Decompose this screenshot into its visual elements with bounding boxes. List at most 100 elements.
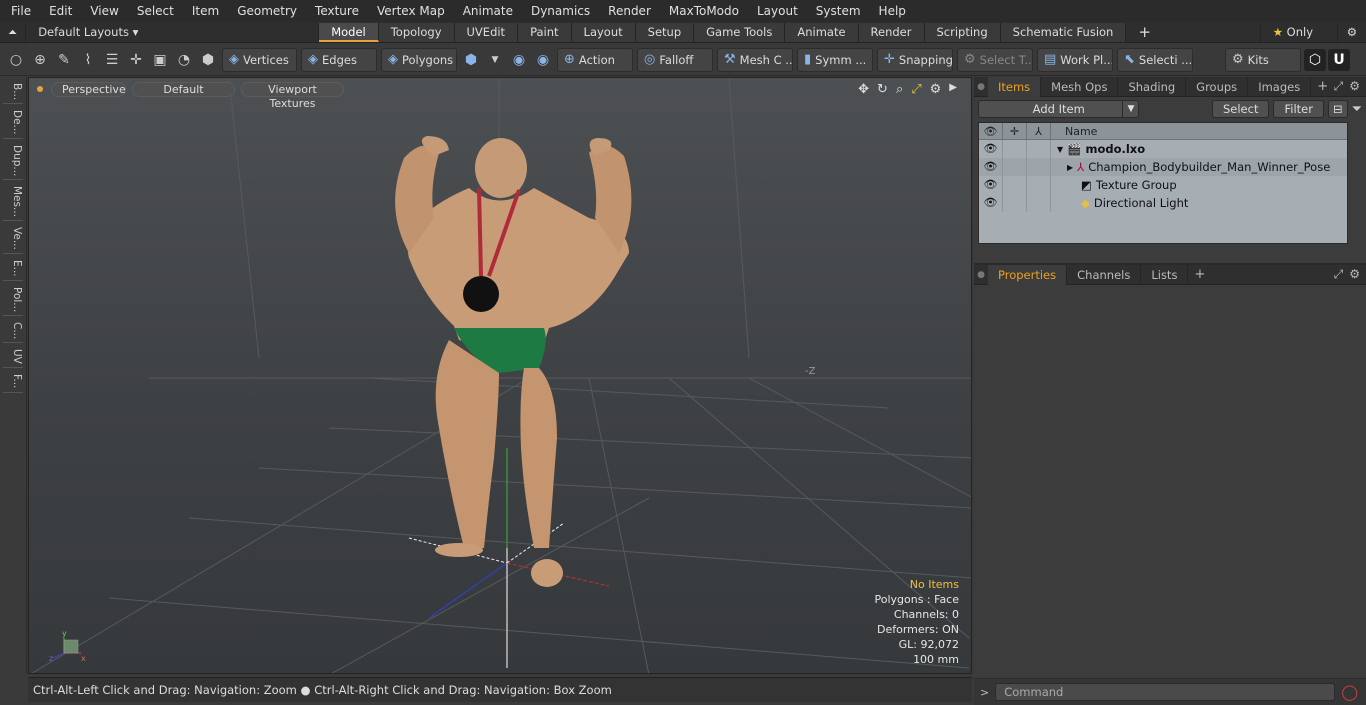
tab-paint[interactable]: Paint bbox=[518, 22, 572, 42]
circle-select-icon[interactable]: ○ bbox=[5, 49, 27, 71]
palette-tab-fusion[interactable]: F... bbox=[3, 371, 23, 393]
tab-render[interactable]: Render bbox=[858, 22, 925, 42]
menu-item[interactable]: Item bbox=[181, 0, 226, 22]
panel-gear-icon[interactable]: ⚙ bbox=[1349, 267, 1360, 282]
tab-images[interactable]: Images bbox=[1248, 76, 1312, 97]
menu-render[interactable]: Render bbox=[597, 0, 658, 22]
expand-triangle-icon[interactable]: ▶ bbox=[1067, 163, 1073, 172]
selection-sets-button[interactable]: ⬉ Selecti ... bbox=[1117, 47, 1193, 72]
globe-icon[interactable]: ⊕ bbox=[29, 49, 51, 71]
tab-items[interactable]: Items bbox=[988, 76, 1042, 97]
menu-geometry[interactable]: Geometry bbox=[226, 0, 304, 22]
funnel-icon[interactable]: ⏷ bbox=[1352, 102, 1362, 117]
tab-topology[interactable]: Topology bbox=[378, 22, 455, 42]
menu-animate[interactable]: Animate bbox=[452, 0, 520, 22]
play-arrow-icon[interactable]: ▶ bbox=[949, 82, 957, 97]
select-through-button[interactable]: ⚙ Select T... bbox=[957, 47, 1033, 72]
menu-help[interactable]: Help bbox=[868, 0, 913, 22]
polygons-button[interactable]: ◈ Polygons bbox=[381, 47, 457, 72]
palette-tab-basic[interactable]: B... bbox=[3, 80, 23, 105]
viewport-textures-dropdown[interactable]: Viewport Textures bbox=[241, 81, 344, 110]
viewport-indicator-dot[interactable] bbox=[37, 86, 43, 92]
collapse-arrow-icon[interactable]: ⏶ bbox=[0, 22, 27, 42]
snapping-button[interactable]: ✛ Snapping bbox=[877, 47, 953, 72]
add-item-button[interactable]: Add Item ▼ bbox=[978, 100, 1140, 118]
panel-gear-icon[interactable]: ⚙ bbox=[1349, 79, 1360, 94]
list-item[interactable]: 👁 ▶ ⅄ Champion_Bodybuilder_Man_Winner_Po… bbox=[979, 158, 1347, 176]
menu-texture[interactable]: Texture bbox=[304, 0, 366, 22]
expand-icon[interactable]: ⤢ bbox=[1334, 79, 1344, 94]
item-mode-icon[interactable]: ⬢ bbox=[460, 49, 482, 71]
add-tab-plus-icon[interactable]: + bbox=[1126, 23, 1163, 42]
mesh-constraint-button[interactable]: ⚒ Mesh C ... bbox=[717, 47, 793, 72]
action-center-button[interactable]: ⊕ Action bbox=[557, 47, 633, 72]
pivot-icon[interactable]: ◉ bbox=[532, 49, 554, 71]
tab-model[interactable]: Model bbox=[319, 22, 379, 42]
bodybuilder-model[interactable] bbox=[395, 136, 632, 587]
menu-maxtomodo[interactable]: MaxToModo bbox=[658, 0, 746, 22]
palette-tab-curve[interactable]: C... bbox=[3, 319, 23, 344]
palette-tab-vertex[interactable]: Ve... bbox=[3, 224, 23, 255]
menu-file[interactable]: File bbox=[0, 0, 38, 22]
menu-view[interactable]: View bbox=[79, 0, 125, 22]
palette-tab-edge[interactable]: E... bbox=[3, 257, 23, 281]
tab-animate[interactable]: Animate bbox=[785, 22, 859, 42]
list-item[interactable]: 👁 ◩ Texture Group bbox=[979, 176, 1347, 194]
shading-dropdown[interactable]: Default bbox=[132, 81, 235, 97]
pan-icon[interactable]: ✥ bbox=[858, 82, 869, 97]
shield-icon[interactable]: ⬢ bbox=[197, 49, 219, 71]
only-toggle[interactable]: ★ Only bbox=[1259, 22, 1338, 42]
grip-icon[interactable]: ● bbox=[974, 270, 988, 280]
layout-preset-dropdown[interactable]: Default Layouts ▾ bbox=[26, 22, 320, 42]
grip-icon[interactable]: ● bbox=[974, 82, 988, 92]
collapse-icon[interactable]: ⊟ bbox=[1327, 100, 1348, 118]
stack-icon[interactable]: ☰ bbox=[101, 49, 123, 71]
add-tab-plus-icon[interactable]: + bbox=[1311, 79, 1334, 94]
command-input[interactable]: Command bbox=[995, 683, 1336, 701]
menu-layout[interactable]: Layout bbox=[746, 0, 805, 22]
falloff-button[interactable]: ◎ Falloff bbox=[637, 47, 713, 72]
palette-tab-polygon[interactable]: Pol... bbox=[3, 284, 23, 317]
unity-icon[interactable]: ⬡ bbox=[1304, 48, 1326, 71]
perspective-dropdown[interactable]: Perspective bbox=[51, 81, 126, 97]
kits-button[interactable]: ⚙ Kits bbox=[1225, 47, 1301, 72]
palette-tab-mesh-edit[interactable]: Mes... bbox=[3, 183, 23, 222]
edges-button[interactable]: ◈ Edges bbox=[301, 47, 377, 72]
work-plane-button[interactable]: ▤ Work Pl... bbox=[1037, 47, 1113, 72]
gear-icon[interactable]: ⚙ bbox=[1338, 23, 1366, 42]
maximize-icon[interactable]: ⤢ bbox=[911, 82, 921, 97]
frame-icon[interactable]: ▣ bbox=[149, 49, 171, 71]
viewport-settings-gear-icon[interactable]: ⚙ bbox=[930, 82, 942, 97]
tab-shading[interactable]: Shading bbox=[1118, 76, 1187, 97]
select-button[interactable]: Select bbox=[1211, 100, 1270, 118]
3d-viewport[interactable]: -Z y x z Perspective Default Viewport Te… bbox=[28, 77, 972, 674]
lock-column-icon[interactable]: ✛ bbox=[1003, 122, 1027, 140]
expand-triangle-icon[interactable]: ▼ bbox=[1057, 145, 1063, 154]
tab-setup[interactable]: Setup bbox=[635, 22, 695, 42]
brush-icon[interactable]: ⌇ bbox=[77, 49, 99, 71]
eye-icon[interactable]: 👁 bbox=[979, 140, 1003, 158]
chevron-down-icon[interactable]: ▼ bbox=[484, 49, 506, 71]
vertices-button[interactable]: ◈ Vertices bbox=[222, 47, 297, 72]
add-tab-plus-icon[interactable]: + bbox=[1188, 267, 1211, 282]
render-column-icon[interactable]: ⅄ bbox=[1027, 122, 1051, 140]
list-item[interactable]: 👁 ▼ 🎬 modo.lxo bbox=[979, 140, 1347, 158]
list-item[interactable]: 👁 ◆ Directional Light bbox=[979, 194, 1347, 212]
tab-channels[interactable]: Channels bbox=[1067, 264, 1142, 285]
material-icon[interactable]: ◉ bbox=[508, 49, 530, 71]
menu-system[interactable]: System bbox=[805, 0, 868, 22]
tab-layout[interactable]: Layout bbox=[571, 22, 636, 42]
menu-dynamics[interactable]: Dynamics bbox=[520, 0, 597, 22]
menu-select[interactable]: Select bbox=[126, 0, 181, 22]
eye-icon[interactable]: 👁 bbox=[979, 158, 1003, 176]
palette-tab-duplicate[interactable]: Dup... bbox=[3, 142, 23, 181]
tab-groups[interactable]: Groups bbox=[1186, 76, 1249, 97]
menu-vertex-map[interactable]: Vertex Map bbox=[366, 0, 452, 22]
tab-schematic-fusion[interactable]: Schematic Fusion bbox=[1000, 22, 1127, 42]
chevron-down-icon[interactable]: ▼ bbox=[1122, 101, 1138, 117]
menu-edit[interactable]: Edit bbox=[38, 0, 79, 22]
tab-scripting[interactable]: Scripting bbox=[924, 22, 1001, 42]
symmetry-button[interactable]: ▮ Symm ... bbox=[797, 47, 873, 72]
eye-icon[interactable]: 👁 bbox=[979, 194, 1003, 212]
rotate-icon[interactable]: ◔ bbox=[173, 49, 195, 71]
